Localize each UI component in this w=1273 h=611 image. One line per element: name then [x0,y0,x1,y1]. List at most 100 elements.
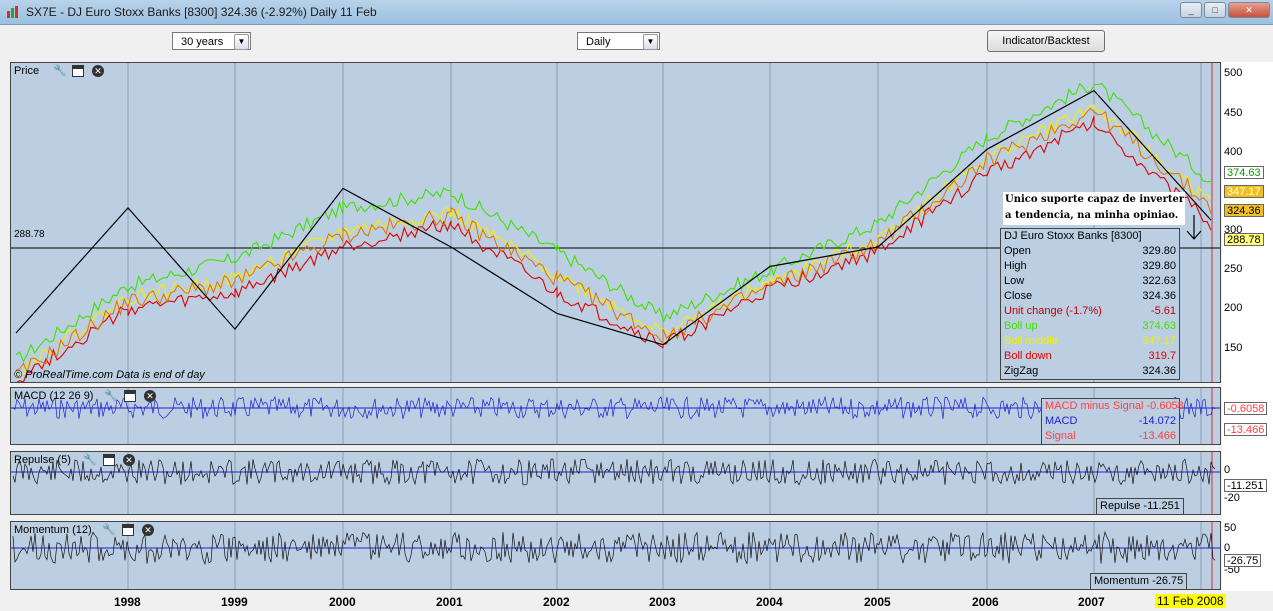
y-tick: 150 [1224,342,1243,354]
info-value: 319.7 [1148,350,1176,362]
info-label: Close [1004,290,1033,302]
info-value: -5.61 [1150,305,1176,317]
y-tick: 250 [1224,263,1243,275]
window-title: SX7E - DJ Euro Stoxx Banks [8300] 324.36… [26,5,377,19]
macd-value: -0.6058 [1146,400,1184,412]
period-value: 30 years [181,36,224,48]
window-icon[interactable] [122,524,134,536]
close-price-tag: 324.36 [1224,204,1264,217]
app-icon [7,6,18,18]
wrench-icon[interactable]: 🔧 [53,65,67,77]
chevron-down-icon[interactable]: ▼ [234,34,249,50]
info-label: Boll up [1004,320,1038,332]
info-label: Unit change (-1.7%) [1004,305,1102,317]
repulse-tag: -11.251 [1224,479,1267,492]
macd-label: MACD minus Signal [1045,400,1144,412]
momentum-readout: Momentum -26.75 [1090,573,1188,589]
x-tick-year: 2007 [1078,595,1105,609]
macd-label: MACD [1045,415,1078,427]
interval-value: Daily [586,36,611,48]
info-label: Open [1004,245,1031,257]
y-tick: 0 [1224,542,1231,554]
macd-label: Signal [1045,430,1076,442]
x-tick-year: 2004 [756,595,783,609]
chevron-down-icon[interactable]: ▼ [643,34,658,50]
x-tick-year: 2006 [972,595,999,609]
wrench-icon[interactable]: 🔧 [104,390,118,402]
title-bar: SX7E - DJ Euro Stoxx Banks [8300] 324.36… [0,0,1273,25]
y-tick: 450 [1224,107,1243,119]
y-tick: -20 [1224,492,1240,504]
wrench-icon[interactable]: 🔧 [83,454,97,466]
x-tick-year: 1998 [114,595,141,609]
y-tick: 500 [1224,67,1243,79]
window-icon[interactable] [72,65,84,77]
info-value: 322.63 [1142,275,1176,287]
momentum-chart [11,522,1220,589]
close-button[interactable]: ✕ [1228,2,1270,18]
window-icon[interactable] [103,454,115,466]
toolbar: 30 years ▼ Daily ▼ Indicator/Backtest [0,25,1273,58]
close-panel-icon[interactable]: ✕ [142,524,154,536]
interval-select[interactable]: Daily ▼ [577,32,660,50]
info-label: ZigZag [1004,365,1039,377]
close-panel-icon[interactable]: ✕ [92,65,104,77]
macd-tag: -0.6058 [1224,402,1268,415]
period-select[interactable]: 30 years ▼ [172,32,251,50]
macd-value: -14.072 [1138,415,1176,427]
y-tick: 400 [1224,146,1243,158]
close-panel-icon[interactable]: ✕ [144,390,156,402]
x-tick-year: 2003 [649,595,676,609]
window-icon[interactable] [124,390,136,402]
copyright-text: © ProRealTime.com Data is end of day [14,369,205,381]
y-axis-area [1222,62,1273,591]
repulse-readout: Repulse -11.251 [1096,498,1184,514]
boll-middle-tag: 347.17 [1224,185,1264,198]
maximize-button[interactable]: □ [1204,2,1226,18]
hline-tag: 288.78 [1224,233,1264,246]
minimize-button[interactable]: _ [1180,2,1202,18]
panel-title-momentum: Momentum (12) [14,524,92,536]
x-tick-year: 2002 [543,595,570,609]
info-title: DJ Euro Stoxx Banks [8300] [1004,230,1142,242]
info-value: 324.36 [1142,365,1176,377]
info-label: Low [1004,275,1025,287]
y-tick: 200 [1224,302,1243,314]
info-value: 374.63 [1142,320,1176,332]
info-value: 329.80 [1142,245,1176,257]
info-value: 347.17 [1142,335,1176,347]
annotation-line-1: Unico suporte capaz de inverter [1005,194,1185,205]
info-label: High [1004,260,1027,272]
macd-readout: MACD minus Signal -0.6058 MACD -14.072 Si… [1041,398,1184,444]
hline-label: 288.78 [14,229,45,240]
repulse-chart [11,452,1220,514]
momentum-tag: -26.75 [1224,554,1262,567]
panel-title-price: Price [14,65,40,77]
indicator-backtest-button[interactable]: Indicator/Backtest [987,30,1105,52]
momentum-panel: Momentum (12) 🔧 ✕ Momentum -26.75 [10,521,1221,590]
info-label: Boll middle [1004,335,1058,347]
y-tick: 0 [1224,464,1231,476]
x-tick-year: 2001 [436,595,463,609]
signal-tag: -13.466 [1224,423,1268,436]
annotation-line-2: a tendencia, na minha opiniao. [1005,210,1179,221]
repulse-panel: Repulse (5) 🔧 ✕ Repulse -11.251 [10,451,1221,515]
panel-title-repulse: Repulse (5) [14,454,71,466]
boll-up-tag: 374.63 [1224,166,1264,179]
x-tick-year: 1999 [221,595,248,609]
panel-title-macd: MACD (12 26 9) [14,390,94,402]
info-label: Boll down [1004,350,1052,362]
x-tick-year: 2005 [864,595,891,609]
current-date-label: 11 Feb 2008 [1155,594,1226,608]
x-axis: 1998 1999 2000 2001 2002 2003 2004 2005 … [0,591,1273,611]
info-value: 329.80 [1142,260,1176,272]
quote-info-box: DJ Euro Stoxx Banks [8300] Open 329.80 Hi… [1000,228,1180,380]
x-tick-year: 2000 [329,595,356,609]
macd-value: -13.466 [1138,430,1176,442]
close-panel-icon[interactable]: ✕ [123,454,135,466]
macd-chart [11,388,1220,444]
wrench-icon[interactable]: 🔧 [102,524,116,536]
macd-panel: MACD (12 26 9) 🔧 ✕ MACD minus Signal -0.… [10,387,1221,445]
info-value: 324.36 [1142,290,1176,302]
annotation-box: Unico suporte capaz de inverter a tenden… [1003,192,1185,225]
